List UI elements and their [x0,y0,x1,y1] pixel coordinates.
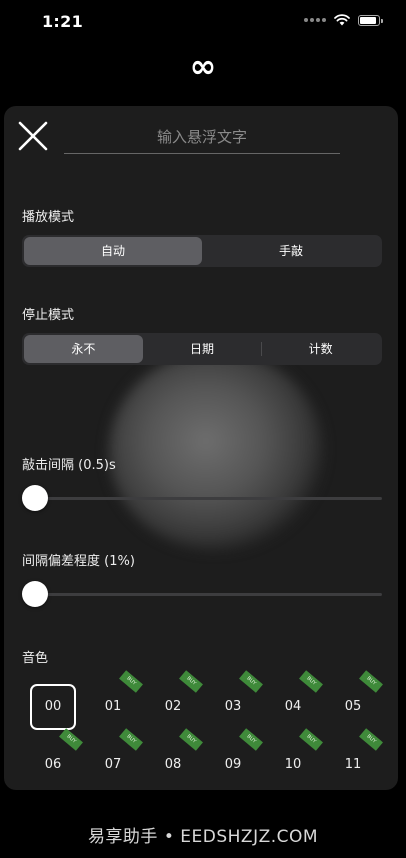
tone-item-02[interactable]: 02 BUY [150,670,203,730]
battery-icon [358,14,383,26]
blurred-background-shape [109,351,324,551]
tone-item-04[interactable]: 04 BUY [270,670,323,730]
stop-mode-segmented-control: 永不 日期 计数 [22,333,382,365]
play-mode-option-manual[interactable]: 手敲 [202,237,380,265]
buy-badge: BUY [359,670,383,693]
buy-badge: BUY [239,670,263,693]
tone-item-label: 03 [224,699,242,714]
stop-mode-option-count[interactable]: 计数 [261,335,380,363]
tone-item-01[interactable]: 01 BUY [90,670,143,730]
slider-thumb[interactable] [22,485,48,511]
tap-interval-slider[interactable] [22,484,382,512]
stop-mode-option-date[interactable]: 日期 [143,335,262,363]
play-mode-option-auto[interactable]: 自动 [24,237,202,265]
tone-item-label: 09 [224,757,242,772]
tone-item-label: 10 [284,757,302,772]
stop-mode-label: 停止模式 [22,308,75,323]
tone-item-08[interactable]: 08 BUY [150,728,203,788]
play-mode-label: 播放模式 [22,210,75,225]
app-logo: ∞ [189,47,217,85]
buy-badge: BUY [359,728,383,751]
tone-item-label: 11 [344,757,362,772]
status-bar: 1:21 [0,0,406,44]
interval-deviation-slider[interactable] [22,580,382,608]
tone-item-label: 01 [104,699,122,714]
float-text-input[interactable] [64,120,340,154]
buy-badge: BUY [179,728,203,751]
tone-item-05[interactable]: 05 BUY [330,670,383,730]
tone-item-label: 02 [164,699,182,714]
buy-badge: BUY [299,728,323,751]
wifi-icon [334,14,350,26]
close-button[interactable] [17,120,49,152]
slider-thumb[interactable] [22,581,48,607]
signal-dots-icon [304,18,326,22]
slider-track [22,497,382,500]
tone-item-11[interactable]: 11 BUY [330,728,383,788]
tone-item-label: 07 [104,757,122,772]
status-time: 1:21 [42,12,83,31]
buy-badge: BUY [119,670,143,693]
tone-item-03[interactable]: 03 BUY [210,670,263,730]
buy-badge: BUY [239,728,263,751]
watermark-text: 易享助手 • EEDSHZJZ.COM [87,827,319,847]
close-icon [18,121,48,151]
stop-mode-option-never[interactable]: 永不 [24,335,143,363]
buy-badge: BUY [119,728,143,751]
tone-item-label: 08 [164,757,182,772]
buy-badge: BUY [59,728,83,751]
tone-item-label: 04 [284,699,302,714]
slider-track [22,593,382,596]
tone-item-09[interactable]: 09 BUY [210,728,263,788]
tone-item-label: 06 [44,757,62,772]
buy-badge: BUY [299,670,323,693]
tone-item-07[interactable]: 07 BUY [90,728,143,788]
buy-badge: BUY [179,670,203,693]
status-icons [304,14,383,26]
tone-item-00[interactable]: 00 [30,684,76,730]
tone-item-06[interactable]: 06 BUY [30,728,83,788]
interval-deviation-label: 间隔偏差程度 (1%) [22,554,135,569]
settings-panel: 播放模式 自动 手敲 停止模式 永不 日期 计数 敲击间隔 (0.5)s 间隔偏… [4,106,398,790]
tone-item-10[interactable]: 10 BUY [270,728,323,788]
tone-label: 音色 [22,651,49,666]
tone-item-label: 00 [44,699,62,714]
tap-interval-label: 敲击间隔 (0.5)s [22,458,116,473]
play-mode-segmented-control: 自动 手敲 [22,235,382,267]
tone-item-label: 05 [344,699,362,714]
